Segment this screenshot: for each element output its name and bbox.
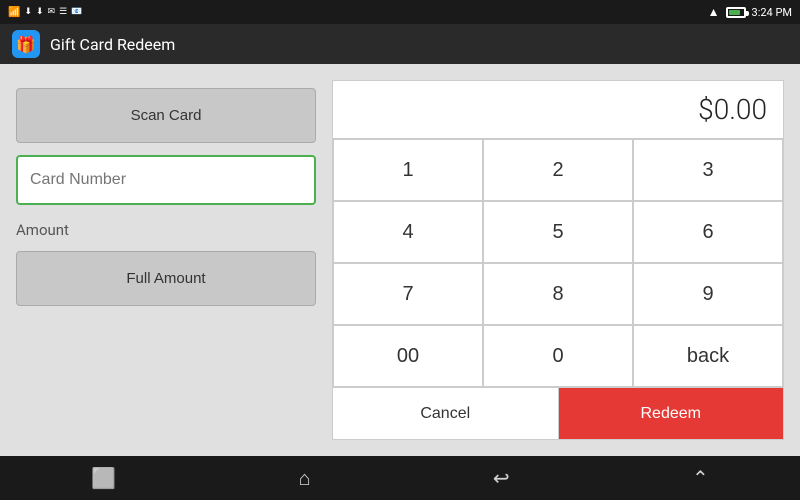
numpad-key-3[interactable]: 3 [633,139,783,201]
redeem-button[interactable]: Redeem [559,388,784,439]
left-panel: Scan Card Amount Full Amount [16,80,316,440]
numpad-key-7[interactable]: 7 [333,263,483,325]
numpad-key-6[interactable]: 6 [633,201,783,263]
cancel-button[interactable]: Cancel [333,388,559,439]
numpad: 1 2 3 4 5 6 7 8 9 00 0 back [332,138,784,388]
notification-icons: 📶 ⬇ ⬇ ✉ ☰ 📧 [8,7,82,18]
status-bar: 📶 ⬇ ⬇ ✉ ☰ 📧 ▲ 3:24 PM [0,0,800,24]
full-amount-button[interactable]: Full Amount [16,251,316,306]
numpad-key-4[interactable]: 4 [333,201,483,263]
right-panel: $0.00 1 2 3 4 5 6 7 8 9 00 0 back Cancel… [332,80,784,440]
scan-card-button[interactable]: Scan Card [16,88,316,143]
menu-icon[interactable]: ⌃ [692,466,709,490]
app-title: Gift Card Redeem [50,35,175,54]
app-icon: 🎁 [12,30,40,58]
bottom-nav: ⬜ ⌂ ↩ ⌃ [0,456,800,500]
numpad-key-8[interactable]: 8 [483,263,633,325]
numpad-key-9[interactable]: 9 [633,263,783,325]
numpad-key-5[interactable]: 5 [483,201,633,263]
back-icon[interactable]: ↩ [493,466,510,490]
numpad-key-0[interactable]: 0 [483,325,633,387]
numpad-key-00[interactable]: 00 [333,325,483,387]
main-content: Scan Card Amount Full Amount $0.00 1 2 3… [0,64,800,456]
recents-icon[interactable]: ⬜ [91,466,116,490]
numpad-key-1[interactable]: 1 [333,139,483,201]
amount-display: $0.00 [332,80,784,138]
time-display: 3:24 PM [752,6,792,19]
wifi-icon: ▲ [708,5,720,19]
numpad-key-back[interactable]: back [633,325,783,387]
home-icon[interactable]: ⌂ [298,466,310,491]
system-status: ▲ 3:24 PM [708,5,792,19]
card-number-input[interactable] [16,155,316,205]
amount-label: Amount [16,217,316,239]
action-bar: Cancel Redeem [332,388,784,440]
battery-icon [726,7,746,18]
title-bar: 🎁 Gift Card Redeem [0,24,800,64]
numpad-key-2[interactable]: 2 [483,139,633,201]
